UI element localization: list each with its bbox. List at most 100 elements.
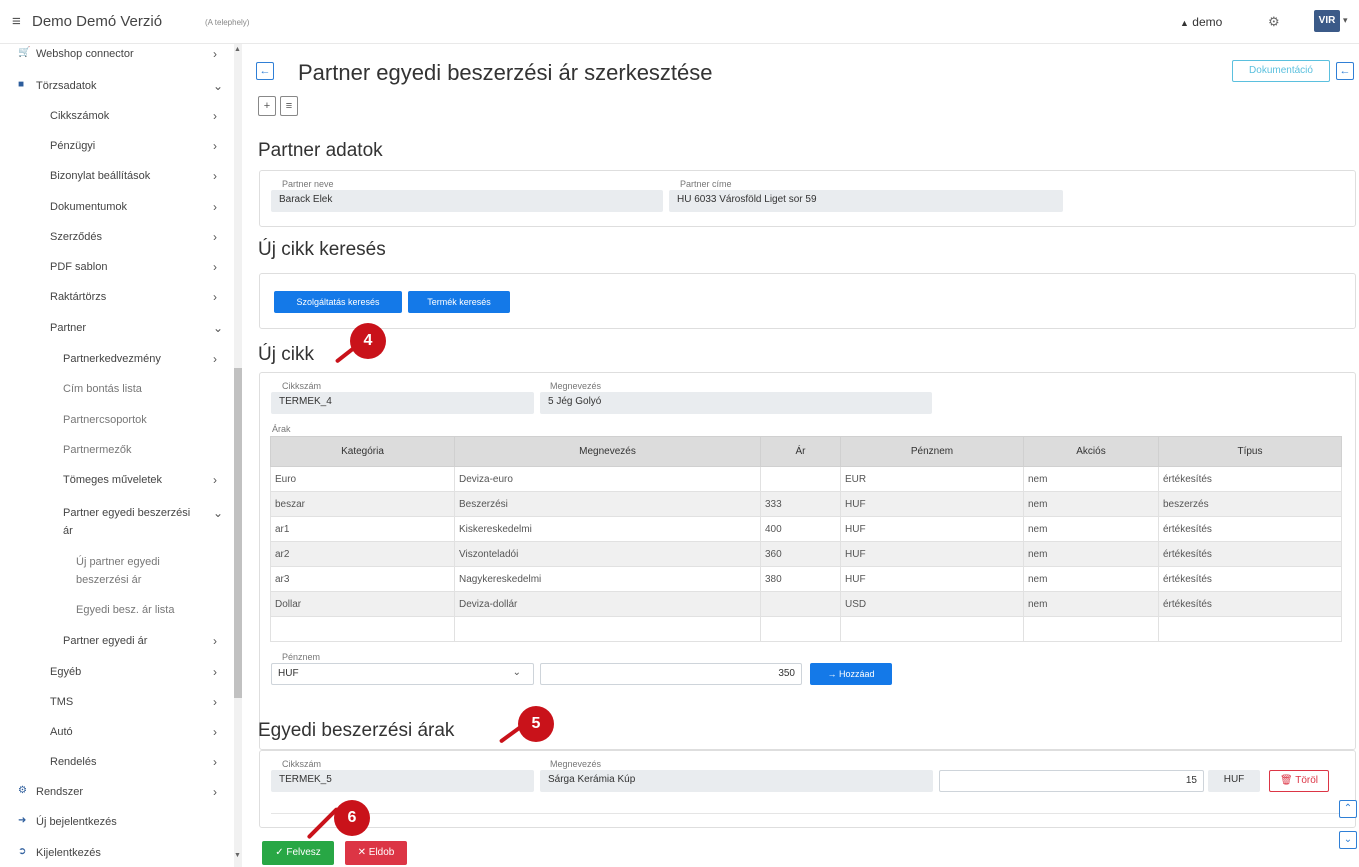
menu-icon[interactable]: ≡: [12, 13, 21, 30]
discard-button[interactable]: ✕ Eldob: [345, 841, 407, 865]
table-row[interactable]: beszar Beszerzési 333 HUF nem beszerzés: [270, 491, 1342, 517]
sidebar-item-rendszer[interactable]: ⚙ Rendszer ›: [0, 782, 232, 804]
sidebar-item-penzugyi[interactable]: Pénzügyi ›: [0, 136, 232, 158]
currency-label: Pénznem: [282, 652, 321, 662]
scroll-down-icon[interactable]: ▼: [234, 852, 241, 859]
sidebar-item-uj-bejelentkezes[interactable]: ➜ Új bejelentkezés: [0, 812, 232, 834]
delete-button[interactable]: 🗑 Töröl: [1269, 770, 1329, 792]
database-icon: ■: [18, 79, 25, 90]
back-button-right[interactable]: ←: [1336, 62, 1354, 80]
logo[interactable]: VIR: [1314, 10, 1340, 32]
sidebar-item-tomeges[interactable]: Tömeges műveletek ›: [0, 470, 232, 492]
sidebar-item-webshop[interactable]: 🛒 Webshop connector ›: [0, 44, 232, 66]
app-window: ≡ Demo Demó Verzió (A telephely) ▲ demo …: [0, 0, 1359, 867]
table-cell: HUF: [840, 516, 1024, 542]
price-input[interactable]: 350: [540, 663, 802, 685]
table-cell: nem: [1023, 591, 1159, 617]
partner-address-field: HU 6033 Városföld Liget sor 59: [669, 190, 1063, 212]
column-header[interactable]: Pénznem: [840, 436, 1024, 467]
sidebar-item-label: Szerződés: [50, 231, 102, 243]
sidebar-scrollbar[interactable]: ▲ ▼: [234, 44, 242, 867]
chevron-right-icon: ›: [213, 290, 217, 304]
sidebar-item-label: beszerzési ár: [76, 574, 142, 586]
table-row[interactable]: Dollar Deviza-dollár USD nem értékesítés: [270, 591, 1342, 617]
table-header-row: Kategória Megnevezés Ár Pénznem Akciós T…: [270, 436, 1342, 467]
table-cell: HUF: [840, 566, 1024, 592]
sidebar-item-szerzodes[interactable]: Szerződés ›: [0, 227, 232, 249]
sidebar-item-label: ár: [63, 525, 73, 537]
chevron-right-icon: ›: [213, 352, 217, 366]
product-search-button[interactable]: Termék keresés: [408, 291, 510, 313]
table-cell: HUF: [840, 491, 1024, 517]
sidebar-item-cim-bontas[interactable]: Cím bontás lista: [0, 379, 232, 401]
chevron-right-icon: ›: [213, 47, 217, 61]
scrollbar-thumb[interactable]: [234, 368, 242, 698]
table-cell: Deviza-dollár: [454, 591, 761, 617]
sidebar-item-tms[interactable]: TMS ›: [0, 692, 232, 714]
sidebar-item-partnerkedvezmeny[interactable]: Partnerkedvezmény ›: [0, 349, 232, 371]
add-price-button[interactable]: → Hozzáad: [810, 663, 892, 685]
sidebar-item-label: Raktártörzs: [50, 291, 107, 303]
table-row[interactable]: ar3 Nagykereskedelmi 380 HUF nem értékesítés: [270, 566, 1342, 592]
sidebar-item-bizonylat[interactable]: Bizonylat beállítások ›: [0, 166, 232, 188]
table-row[interactable]: ar2 Viszonteladói 360 HUF nem értékesítés: [270, 541, 1342, 567]
add-button[interactable]: +: [258, 96, 276, 116]
table-cell: [760, 616, 841, 642]
sidebar-item-partnercsoportok[interactable]: Partnercsoportok: [0, 410, 232, 432]
scroll-up-button[interactable]: ⌃: [1339, 800, 1357, 818]
divider: [271, 813, 1343, 814]
sidebar-item-partnermezok[interactable]: Partnermezők: [0, 440, 232, 462]
sidebar-item-cikkszamok[interactable]: Cikkszámok ›: [0, 106, 232, 128]
sidebar-item-dokumentumok[interactable]: Dokumentumok ›: [0, 197, 232, 219]
sidebar-item-partner-egyedi-ar[interactable]: Partner egyedi ár ›: [0, 631, 232, 653]
scroll-down-button[interactable]: ⌄: [1339, 831, 1357, 849]
custom-prices-panel: Cikkszám TERMEK_5 Megnevezés Sárga Kerám…: [259, 750, 1356, 828]
table-cell: Viszonteladói: [454, 541, 761, 567]
sidebar-item-partner[interactable]: Partner ⌄: [0, 318, 232, 340]
list-button[interactable]: ≡: [280, 96, 298, 116]
user-menu[interactable]: ▲ demo: [1180, 15, 1222, 29]
new-item-sku-label: Cikkszám: [282, 381, 322, 391]
sidebar-item-raktartorzs[interactable]: Raktártörzs ›: [0, 287, 232, 309]
sidebar-item-kijelentkezes[interactable]: ➲ Kijelentkezés: [0, 843, 232, 865]
table-row[interactable]: Euro Deviza-euro EUR nem értékesítés: [270, 466, 1342, 492]
sidebar-item-label: Dokumentumok: [50, 201, 128, 213]
sidebar-item-torzsadatok[interactable]: ■ Törzsadatok ⌄: [0, 76, 232, 98]
table-row[interactable]: ar1 Kiskereskedelmi 400 HUF nem értékesítés: [270, 516, 1342, 542]
sidebar-item-partner-egyedi-beszerzesi-cont[interactable]: ár: [0, 521, 232, 543]
scroll-up-icon[interactable]: ▲: [234, 46, 241, 53]
sidebar-item-uj-partner-egyedi-cont[interactable]: beszerzési ár: [0, 570, 232, 592]
app-title[interactable]: Demo Demó Verzió: [32, 13, 162, 30]
sidebar-item-label: Bizonylat beállítások: [50, 170, 151, 182]
chevron-down-icon[interactable]: ▾: [1343, 15, 1348, 26]
sidebar-item-label: Partner: [50, 322, 87, 334]
sidebar-item-egyedi-besz-lista[interactable]: Egyedi besz. ár lista: [0, 600, 232, 622]
custom-price-input[interactable]: 15: [939, 770, 1204, 792]
column-header[interactable]: Akciós: [1023, 436, 1159, 467]
chevron-right-icon: ›: [213, 725, 217, 739]
sidebar-item-egyeb[interactable]: Egyéb ›: [0, 662, 232, 684]
currency-select[interactable]: HUF ⌄: [271, 663, 534, 685]
column-header[interactable]: Típus: [1158, 436, 1342, 467]
table-cell: [454, 616, 761, 642]
chevron-down-icon: ⌄: [213, 506, 224, 520]
section-title-partner: Partner adatok: [258, 140, 383, 161]
column-header[interactable]: Megnevezés: [454, 436, 761, 467]
table-cell: [270, 616, 455, 642]
chevron-down-icon: ⌄: [213, 79, 224, 93]
service-search-button[interactable]: Szolgáltatás keresés: [274, 291, 402, 313]
back-button[interactable]: ←: [256, 62, 274, 80]
sidebar-item-rendeles[interactable]: Rendelés ›: [0, 752, 232, 774]
table-row[interactable]: [270, 616, 1342, 642]
sidebar-item-pdf-sablon[interactable]: PDF sablon ›: [0, 257, 232, 279]
cart-icon: 🛒: [18, 47, 31, 58]
sidebar-item-auto[interactable]: Autó ›: [0, 722, 232, 744]
prices-table: Kategória Megnevezés Ár Pénznem Akciós T…: [270, 436, 1342, 642]
save-button[interactable]: ✓ Felvesz: [262, 841, 334, 865]
column-header[interactable]: Kategória: [270, 436, 455, 467]
documentation-button[interactable]: Dokumentáció: [1232, 60, 1330, 82]
table-cell: [840, 616, 1024, 642]
column-header[interactable]: Ár: [760, 436, 841, 467]
new-item-name-label: Megnevezés: [550, 381, 602, 391]
gear-icon[interactable]: ⚙: [1268, 14, 1280, 30]
